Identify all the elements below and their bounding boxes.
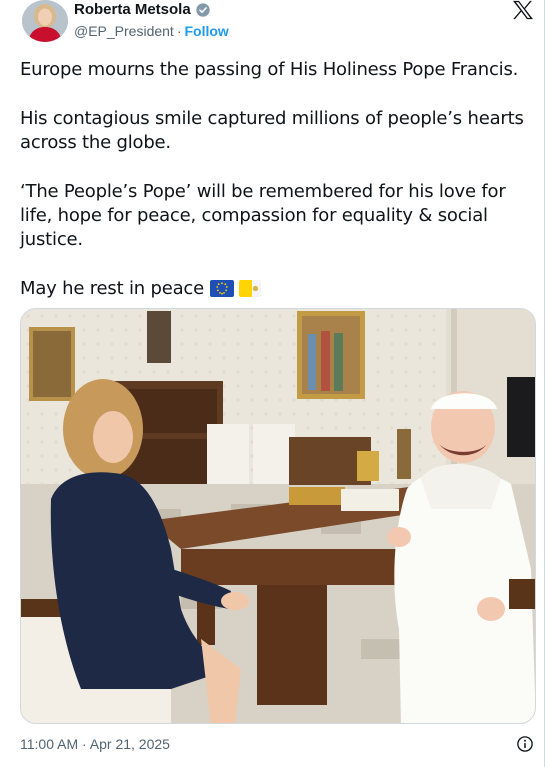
tweet-paragraph-3: ‘The People’s Pope’ will be remembered f… [20,181,512,250]
tweet-paragraph-4-text: May he rest in peace [20,278,205,299]
eu-flag-icon [209,280,234,297]
author-handle[interactable]: @EP_President [74,23,174,39]
tweet-text: Europe mourns the passing of His Holines… [20,58,532,301]
tweet-paragraph-2: His contagious smile captured millions o… [20,108,530,153]
tweet-card: Roberta Metsola @EP_President · Follow Eur… [0,0,545,767]
tweet-header: Roberta Metsola @EP_President · Follow [22,0,534,44]
tweet-photo[interactable] [20,308,536,724]
info-icon[interactable] [516,735,534,753]
vatican-flag-icon [239,280,262,297]
author-handle-row: @EP_President · Follow [74,23,229,40]
follow-button[interactable]: Follow [185,23,229,39]
verified-badge-icon [196,3,210,17]
author-display-name[interactable]: Roberta Metsola [74,1,191,19]
separator-dot: · [176,23,182,39]
photo-illustration [21,309,535,723]
tweet-timestamp[interactable]: 11:00 AM · Apr 21, 2025 [20,736,170,752]
tweet-paragraph-4: May he rest in peace [20,277,532,301]
author-name-row: Roberta Metsola [74,1,211,19]
tweet-paragraph-1: Europe mourns the passing of His Holines… [20,59,519,80]
x-logo-icon[interactable] [512,0,534,20]
tweet-footer: 11:00 AM · Apr 21, 2025 [20,735,536,755]
avatar[interactable] [22,0,68,42]
